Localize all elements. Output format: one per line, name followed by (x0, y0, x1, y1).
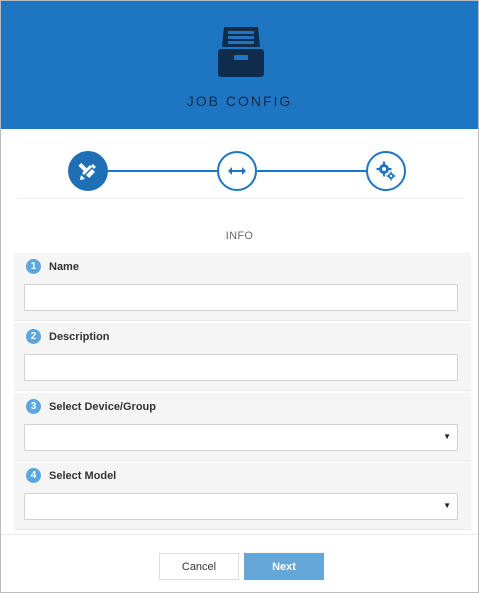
step-mapping[interactable] (217, 151, 257, 191)
name-label: Name (49, 260, 79, 273)
wizard-stepper (1, 130, 478, 200)
step-number-badge: 1 (26, 259, 41, 274)
swap-arrows-icon (228, 167, 246, 175)
dialog-title: JOB CONFIG (186, 93, 293, 109)
field-label: 4 Select Model (26, 468, 116, 483)
field-label: 2 Description (26, 329, 110, 344)
field-label: 1 Name (26, 259, 79, 274)
device-group-label: Select Device/Group (49, 400, 156, 413)
step-connector (108, 170, 218, 172)
field-model: 4 Select Model ▼ (14, 462, 471, 530)
step-settings[interactable] (366, 151, 406, 191)
description-input[interactable] (24, 354, 458, 381)
name-input[interactable] (24, 284, 458, 311)
dropdown-arrow-icon: ▼ (443, 501, 451, 510)
job-config-dialog: JOB CONFIG INFO 1 Name 2 Description 3 S… (0, 0, 479, 593)
footer-divider (1, 534, 478, 535)
stepper-divider (17, 198, 464, 199)
file-cabinet-icon (218, 27, 264, 77)
model-select[interactable]: ▼ (24, 493, 458, 520)
step-number-badge: 4 (26, 468, 41, 483)
next-button[interactable]: Next (244, 553, 324, 580)
device-group-select[interactable]: ▼ (24, 424, 458, 451)
step-info[interactable] (68, 151, 108, 191)
model-label: Select Model (49, 469, 117, 482)
dropdown-arrow-icon: ▼ (443, 432, 451, 441)
step-number-badge: 3 (26, 399, 41, 414)
gears-icon (376, 161, 396, 181)
dialog-header: JOB CONFIG (1, 1, 478, 129)
step-number-badge: 2 (26, 329, 41, 344)
cancel-button[interactable]: Cancel (159, 553, 239, 580)
field-name: 1 Name (14, 253, 471, 321)
field-description: 2 Description (14, 323, 471, 391)
section-title: INFO (225, 230, 254, 242)
field-label: 3 Select Device/Group (26, 399, 156, 414)
field-device-group: 3 Select Device/Group ▼ (14, 393, 471, 461)
step-connector (257, 170, 367, 172)
edit-pencil-icon (78, 162, 96, 180)
description-label: Description (49, 330, 110, 343)
